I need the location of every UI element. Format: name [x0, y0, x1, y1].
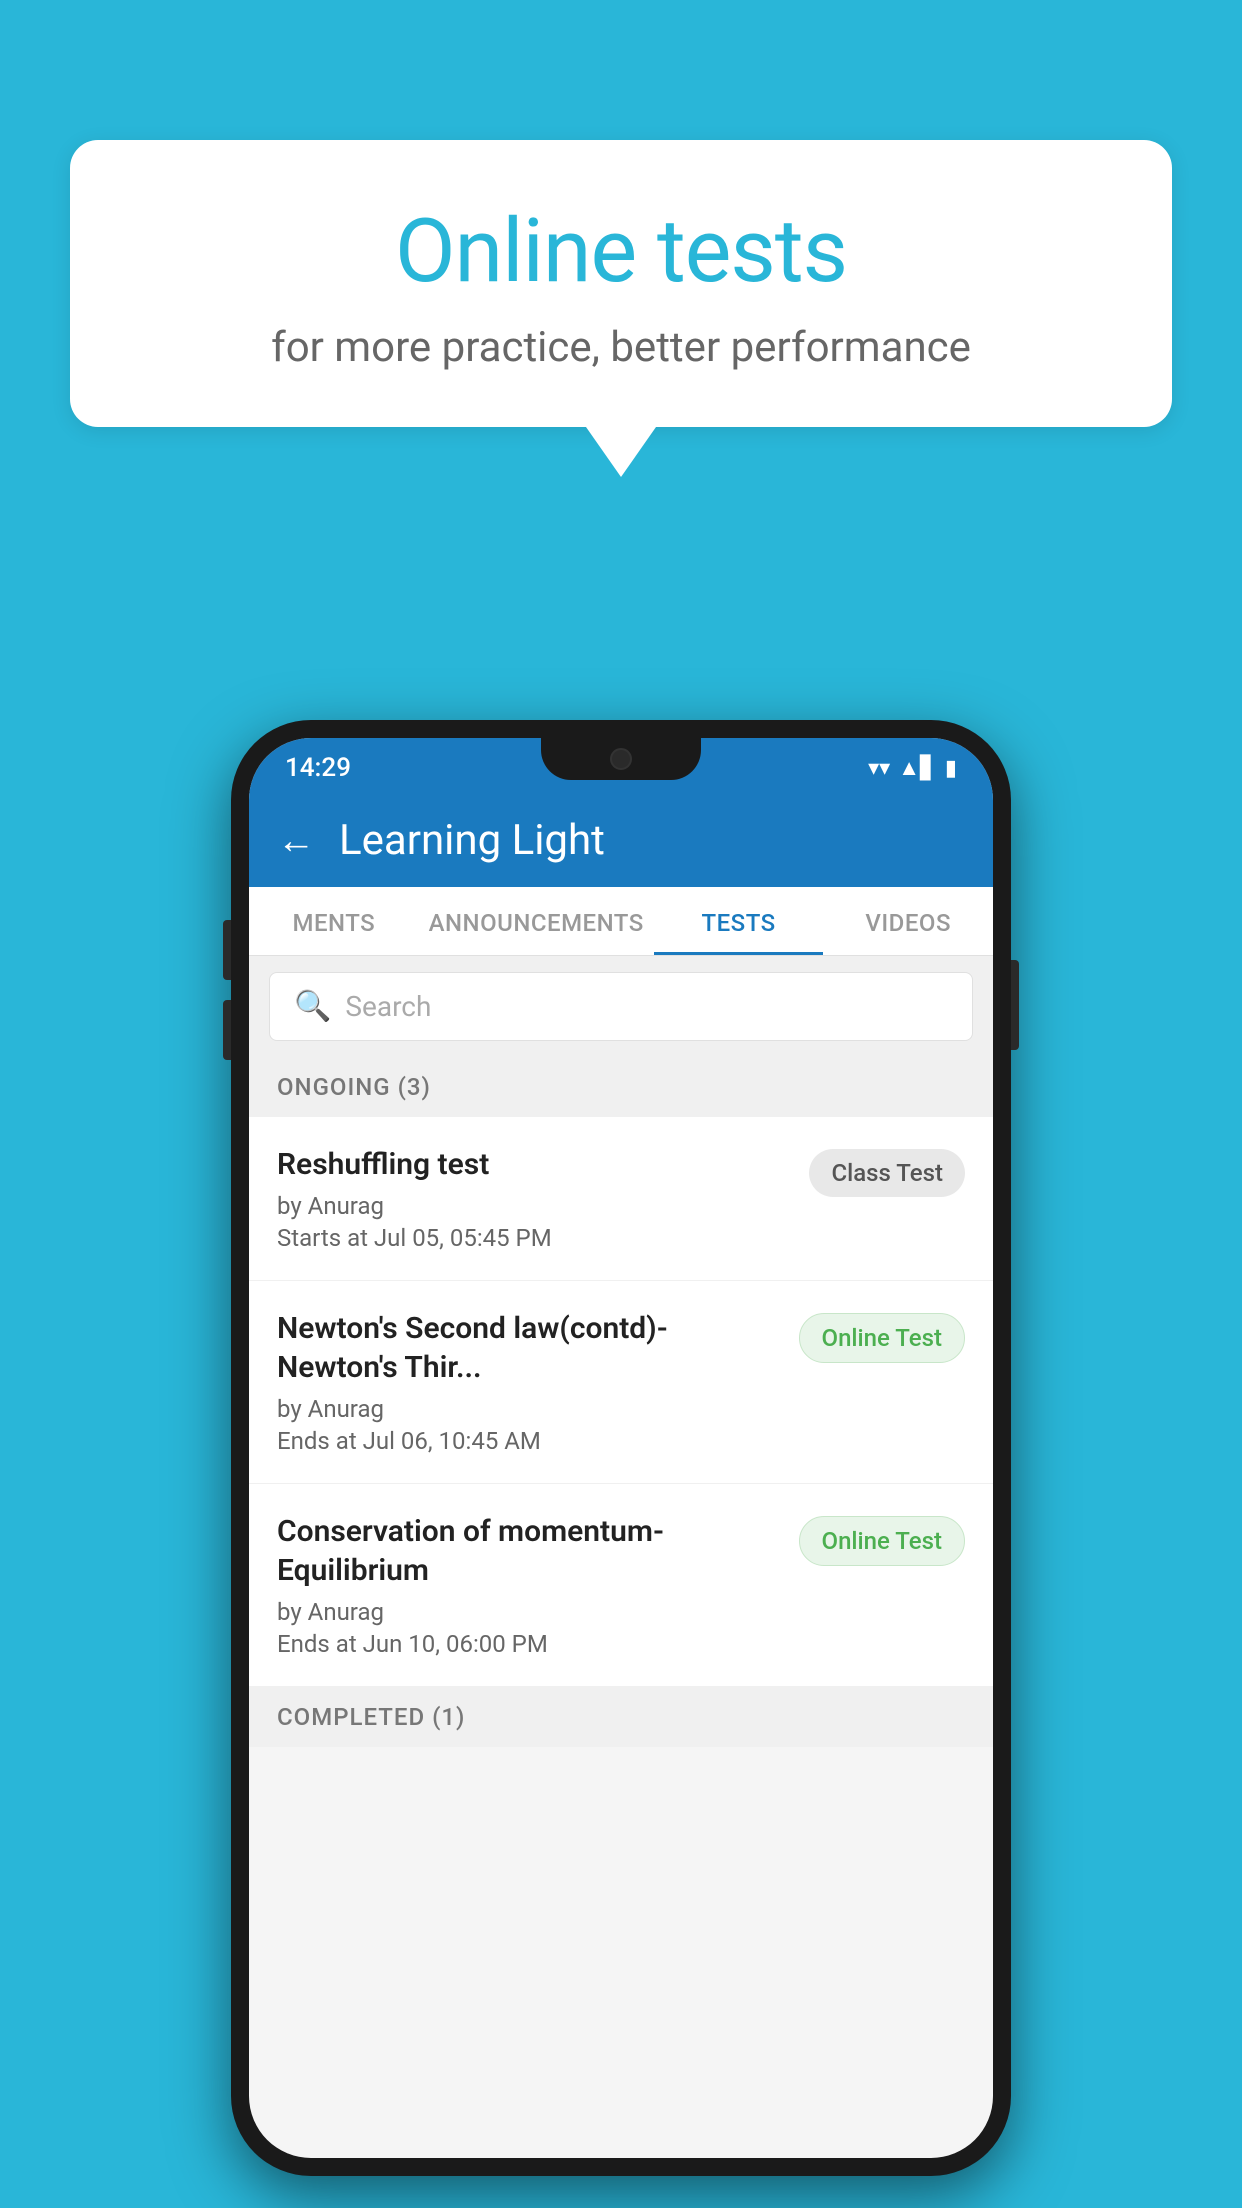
test-name-reshuffling: Reshuffling test: [277, 1145, 793, 1184]
search-container: 🔍 Search: [249, 956, 993, 1057]
test-item-conservation[interactable]: Conservation of momentum-Equilibrium by …: [249, 1484, 993, 1687]
test-item-reshuffling[interactable]: Reshuffling test by Anurag Starts at Jul…: [249, 1117, 993, 1281]
ongoing-section-header: ONGOING (3): [249, 1057, 993, 1117]
test-by-reshuffling: by Anurag: [277, 1192, 793, 1220]
speech-bubble: Online tests for more practice, better p…: [70, 140, 1172, 427]
tab-tests[interactable]: TESTS: [654, 887, 824, 955]
status-icons: ▾▾ ▲▋ ▮: [868, 755, 957, 781]
badge-online-test-newtons: Online Test: [799, 1313, 965, 1363]
test-by-conservation: by Anurag: [277, 1598, 783, 1626]
badge-online-test-conservation: Online Test: [799, 1516, 965, 1566]
app-header: ← Learning Light: [249, 798, 993, 887]
online-tests-subtitle: for more practice, better performance: [140, 323, 1102, 372]
test-info-conservation: Conservation of momentum-Equilibrium by …: [277, 1512, 799, 1658]
test-date-reshuffling: Starts at Jul 05, 05:45 PM: [277, 1224, 793, 1252]
search-input-wrapper[interactable]: 🔍 Search: [269, 972, 973, 1041]
test-info-reshuffling: Reshuffling test by Anurag Starts at Jul…: [277, 1145, 809, 1252]
online-tests-title: Online tests: [140, 200, 1102, 303]
phone-notch: [541, 738, 701, 780]
phone-camera: [610, 748, 632, 770]
badge-class-test-reshuffling: Class Test: [809, 1149, 965, 1197]
test-by-newtons: by Anurag: [277, 1395, 783, 1423]
phone-frame: 14:29 ▾▾ ▲▋ ▮ ← Learning Light MENTS ANN…: [231, 720, 1011, 2176]
test-info-newtons: Newton's Second law(contd)-Newton's Thir…: [277, 1309, 799, 1455]
tab-announcements[interactable]: ANNOUNCEMENTS: [419, 887, 654, 955]
test-name-conservation: Conservation of momentum-Equilibrium: [277, 1512, 783, 1590]
test-date-newtons: Ends at Jul 06, 10:45 AM: [277, 1427, 783, 1455]
speech-bubble-arrow: [586, 427, 656, 477]
tab-ments[interactable]: MENTS: [249, 887, 419, 955]
speech-bubble-container: Online tests for more practice, better p…: [70, 140, 1172, 477]
wifi-icon: ▾▾: [868, 756, 890, 781]
tab-videos[interactable]: VIDEOS: [823, 887, 993, 955]
test-name-newtons: Newton's Second law(contd)-Newton's Thir…: [277, 1309, 783, 1387]
battery-icon: ▮: [945, 756, 957, 781]
app-title: Learning Light: [339, 816, 605, 865]
volume-down-button[interactable]: [223, 1000, 231, 1060]
search-icon: 🔍: [294, 989, 331, 1024]
tabs-container: MENTS ANNOUNCEMENTS TESTS VIDEOS: [249, 887, 993, 956]
completed-section-header: COMPLETED (1): [249, 1687, 993, 1747]
test-date-conservation: Ends at Jun 10, 06:00 PM: [277, 1630, 783, 1658]
test-item-newtons[interactable]: Newton's Second law(contd)-Newton's Thir…: [249, 1281, 993, 1484]
phone-container: 14:29 ▾▾ ▲▋ ▮ ← Learning Light MENTS ANN…: [231, 720, 1011, 2176]
phone-screen: 14:29 ▾▾ ▲▋ ▮ ← Learning Light MENTS ANN…: [249, 738, 993, 2158]
ongoing-label: ONGOING (3): [277, 1073, 431, 1101]
completed-label: COMPLETED (1): [277, 1703, 465, 1731]
volume-up-button[interactable]: [223, 920, 231, 980]
signal-icon: ▲▋: [898, 755, 937, 781]
back-button[interactable]: ←: [277, 819, 315, 863]
status-time: 14:29: [285, 753, 351, 783]
power-button[interactable]: [1011, 960, 1019, 1050]
search-placeholder-text: Search: [345, 990, 431, 1023]
